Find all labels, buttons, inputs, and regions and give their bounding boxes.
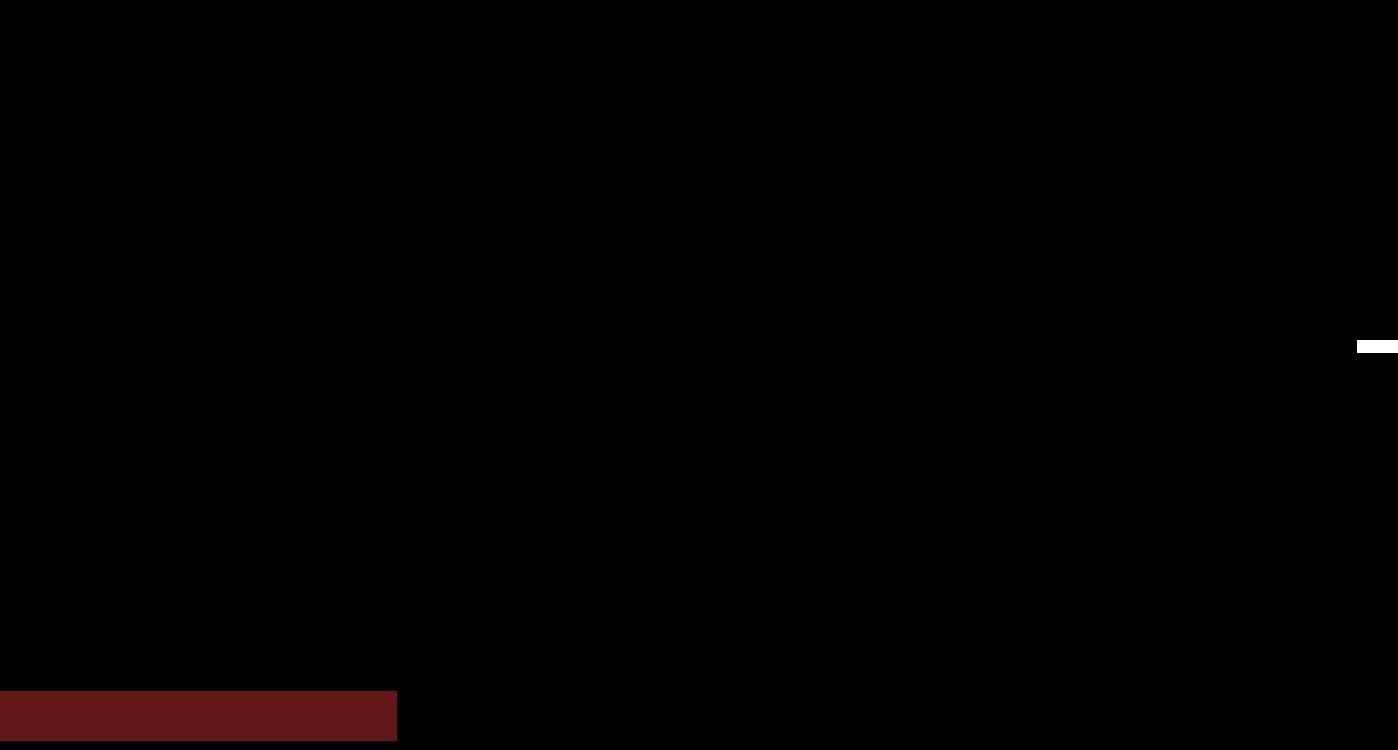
mt4-chart-window — [0, 0, 1398, 750]
price-axis[interactable] — [1356, 0, 1398, 728]
current-price-badge — [1357, 340, 1398, 353]
instaforex-watermark — [0, 691, 397, 741]
main-chart-pane[interactable] — [0, 0, 1356, 527]
price-movement-annotation — [905, 5, 1375, 7]
